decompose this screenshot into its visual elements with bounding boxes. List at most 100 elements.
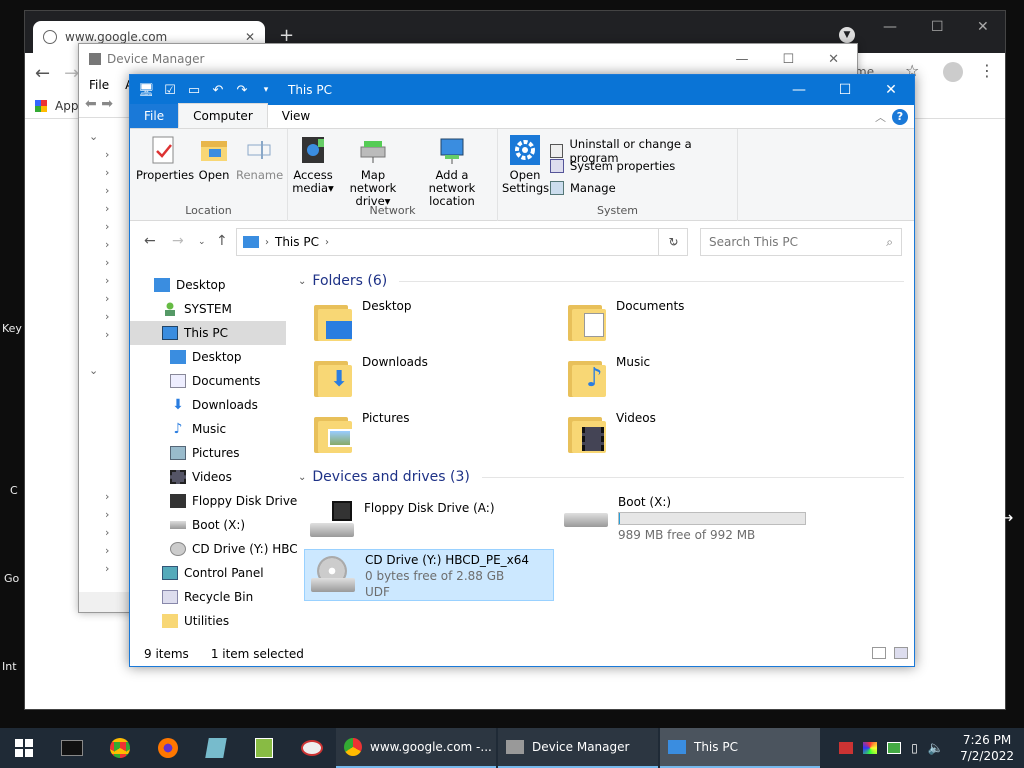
drive-tile-cd[interactable]: CD Drive (Y:) HBCD_PE_x64 0 bytes free o… <box>304 549 554 601</box>
back-arrow-icon[interactable]: ← <box>35 63 50 84</box>
expand-arrow-icon[interactable]: › <box>105 292 109 305</box>
menu-file[interactable]: File <box>89 78 109 92</box>
tab-file[interactable]: File <box>130 104 179 128</box>
up-arrow-icon[interactable]: ↑ <box>216 233 228 249</box>
expand-arrow-icon[interactable]: › <box>105 328 109 341</box>
folder-tile[interactable]: ⬇ Downloads <box>314 355 428 399</box>
taskbar-app[interactable] <box>192 728 240 768</box>
nav-item-utilities[interactable]: Utilities <box>162 609 229 633</box>
nav-item-recycle-bin[interactable]: Recycle Bin <box>162 585 253 609</box>
avatar[interactable] <box>943 62 963 82</box>
nav-item-desktop[interactable]: Desktop <box>154 273 226 297</box>
nav-item-documents[interactable]: Documents <box>170 369 260 393</box>
breadcrumb[interactable]: This PC <box>275 235 319 249</box>
expand-arrow-icon[interactable]: › <box>105 310 109 323</box>
add-network-location-button[interactable]: Add a network location <box>412 135 492 208</box>
chrome-minimize-button[interactable]: — <box>883 19 897 35</box>
taskbar-task-this-pc[interactable]: This PC <box>660 728 820 768</box>
taskbar-firefox[interactable] <box>144 728 192 768</box>
new-folder-icon[interactable]: ▭ <box>186 83 202 98</box>
color-icon[interactable] <box>863 742 878 754</box>
back-arrow-icon[interactable]: ⬅ <box>85 96 97 112</box>
nav-item-floppy[interactable]: Floppy Disk Drive <box>170 489 297 513</box>
taskbar-task-device-manager[interactable]: Device Manager <box>498 728 658 768</box>
undo-icon[interactable]: ↶ <box>210 83 226 98</box>
nav-item-pictures[interactable]: Pictures <box>170 441 240 465</box>
explorer-close-button[interactable]: ✕ <box>868 75 914 105</box>
expand-arrow-icon[interactable]: › <box>105 148 109 161</box>
device-manager-close-button[interactable]: ✕ <box>828 52 839 67</box>
menu-kebab-icon[interactable]: ⋮ <box>979 61 995 80</box>
folder-tile[interactable]: Documents <box>568 299 684 343</box>
expand-arrow-icon[interactable]: › <box>105 220 109 233</box>
expand-arrow-icon[interactable]: › <box>105 184 109 197</box>
access-media-button[interactable]: Access media▾ <box>292 135 334 195</box>
nav-item-this-pc[interactable]: This PC <box>130 321 286 345</box>
usb-icon[interactable]: ▯ <box>911 741 918 755</box>
nav-item-boot[interactable]: Boot (X:) <box>170 513 245 537</box>
start-button[interactable] <box>0 728 48 768</box>
properties-icon[interactable]: ☑ <box>162 83 178 98</box>
expand-arrow-icon[interactable]: › <box>105 274 109 287</box>
rename-button[interactable]: Rename <box>236 135 283 182</box>
tray-app-icon[interactable] <box>839 742 854 754</box>
help-icon[interactable]: ? <box>892 109 908 125</box>
customize-dropdown-icon[interactable]: ▾ <box>258 85 274 95</box>
nav-item-videos[interactable]: Videos <box>170 465 232 489</box>
expand-arrow-icon[interactable]: › <box>105 526 109 539</box>
collapse-arrow-icon[interactable]: ⌄ <box>89 130 98 143</box>
taskbar-chrome[interactable] <box>96 728 144 768</box>
nav-item-control-panel[interactable]: Control Panel <box>162 561 264 585</box>
collapse-arrow-icon[interactable]: ⌄ <box>89 364 98 377</box>
taskbar-app[interactable] <box>288 728 336 768</box>
volume-muted-icon[interactable]: 🔈 <box>928 741 944 756</box>
nav-item-music[interactable]: ♪ Music <box>170 417 227 441</box>
chrome-close-button[interactable]: ✕ <box>977 19 989 35</box>
address-bar[interactable]: › This PC › ⌄ <box>236 228 688 256</box>
explorer-maximize-button[interactable]: ☐ <box>822 75 868 105</box>
large-icons-view-icon[interactable] <box>894 647 908 659</box>
tab-search-icon[interactable]: ▼ <box>839 27 855 43</box>
redo-icon[interactable]: ↷ <box>234 83 250 98</box>
forward-arrow-icon[interactable]: → <box>64 63 79 84</box>
explorer-minimize-button[interactable]: — <box>776 75 822 105</box>
expand-arrow-icon[interactable]: › <box>105 256 109 269</box>
folder-tile[interactable]: ♪ Music <box>568 355 650 399</box>
nav-item-downloads[interactable]: ⬇ Downloads <box>170 393 258 417</box>
device-manager-minimize-button[interactable]: — <box>735 52 748 67</box>
nav-item-system[interactable]: SYSTEM <box>162 297 232 321</box>
taskbar-app[interactable] <box>240 728 288 768</box>
expand-arrow-icon[interactable]: › <box>105 202 109 215</box>
expand-arrow-icon[interactable]: › <box>105 238 109 251</box>
tab-computer[interactable]: Computer <box>178 103 268 128</box>
properties-button[interactable]: Properties <box>136 135 194 182</box>
expand-arrow-icon[interactable]: › <box>105 508 109 521</box>
expand-arrow-icon[interactable]: › <box>105 544 109 557</box>
nav-item-cd-drive[interactable]: CD Drive (Y:) HBC <box>170 537 298 561</box>
chrome-maximize-button[interactable]: ☐ <box>931 19 944 35</box>
map-network-drive-button[interactable]: Map network drive▾ <box>338 135 408 208</box>
drive-tile-floppy[interactable]: Floppy Disk Drive (A:) <box>308 497 495 545</box>
clock[interactable]: 7:26 PM 7/2/2022 <box>960 732 1014 764</box>
folders-group-header[interactable]: ⌄ Folders (6) <box>298 273 904 289</box>
folder-tile[interactable]: Videos <box>568 411 656 455</box>
system-properties-button[interactable]: System properties <box>550 159 675 173</box>
details-view-icon[interactable] <box>872 647 886 659</box>
expand-arrow-icon[interactable]: › <box>105 562 109 575</box>
expand-arrow-icon[interactable]: › <box>105 166 109 179</box>
refresh-button[interactable]: ↻ <box>658 228 688 256</box>
taskbar-terminal[interactable] <box>48 728 96 768</box>
back-arrow-icon[interactable]: ← <box>144 233 156 249</box>
expand-arrow-icon[interactable]: › <box>105 490 109 503</box>
collapse-ribbon-icon[interactable]: ︿ <box>875 109 886 125</box>
close-tab-icon[interactable]: ✕ <box>245 30 255 44</box>
breadcrumb-separator-icon[interactable]: › <box>325 237 329 248</box>
device-manager-maximize-button[interactable]: ☐ <box>782 52 794 67</box>
open-settings-button[interactable]: Open Settings <box>502 135 549 195</box>
forward-arrow-icon[interactable]: → <box>172 233 184 249</box>
tab-view[interactable]: View <box>268 104 324 128</box>
nav-item-desktop[interactable]: Desktop <box>170 345 242 369</box>
recent-locations-icon[interactable]: ⌄ <box>198 237 206 247</box>
taskbar-task-chrome[interactable]: www.google.com -... <box>336 728 496 768</box>
search-input[interactable]: Search This PC ⌕ <box>700 228 902 256</box>
